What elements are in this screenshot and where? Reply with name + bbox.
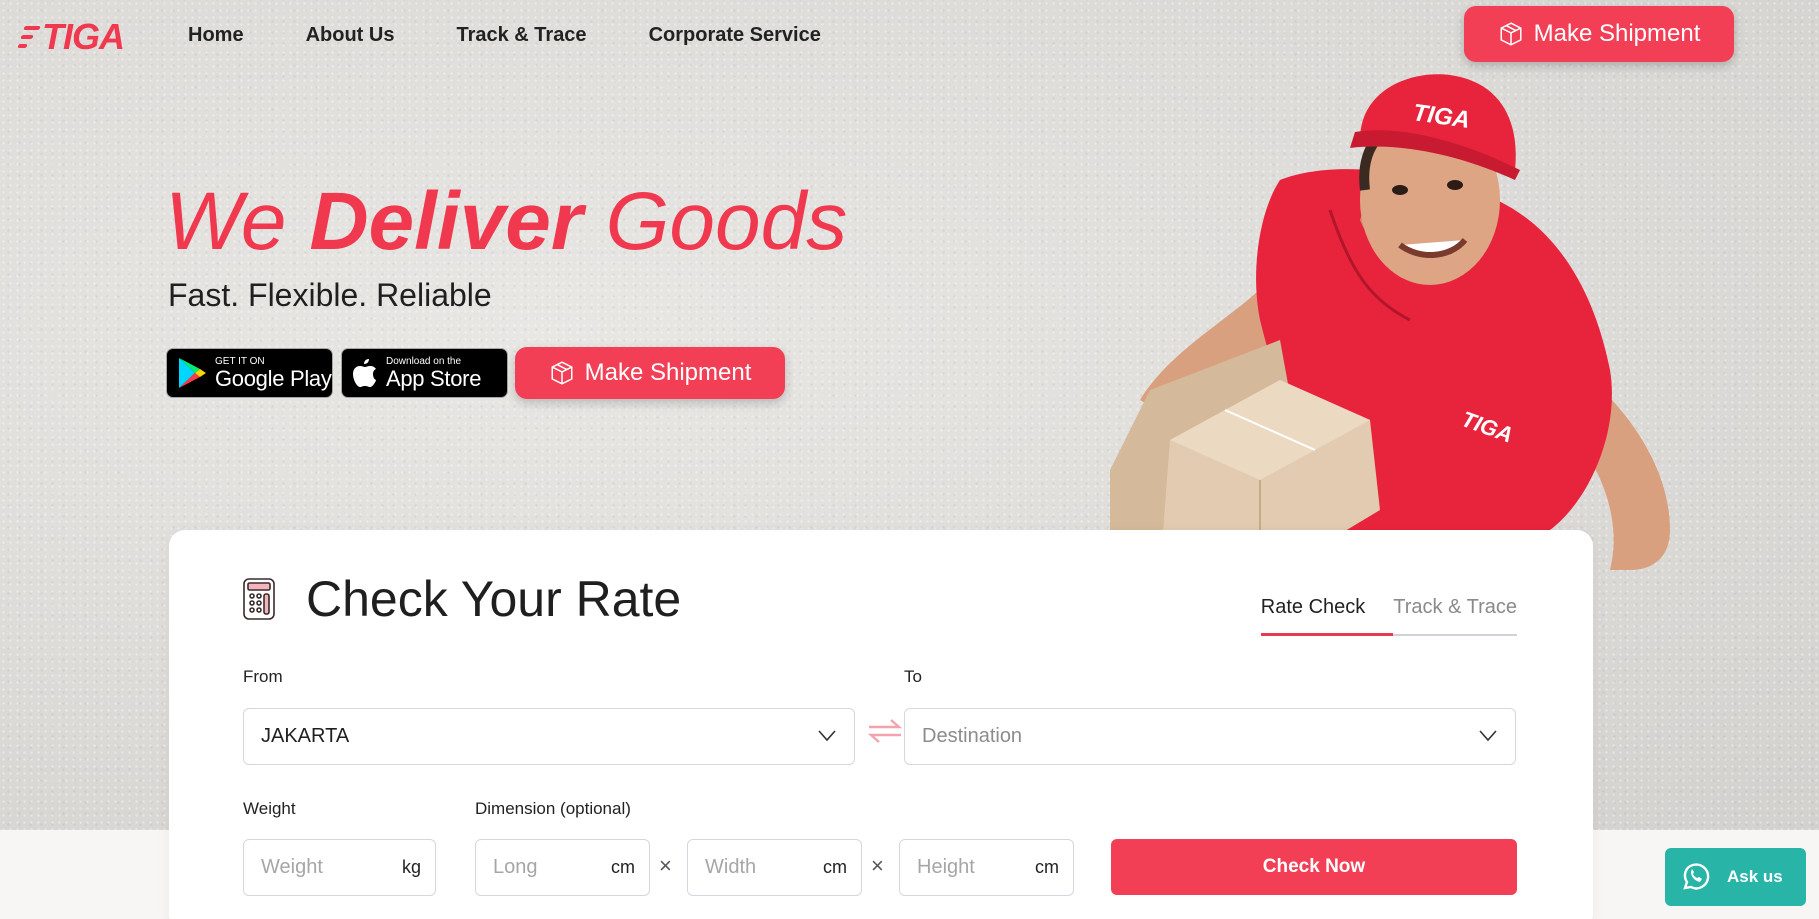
width-placeholder: Width bbox=[705, 856, 757, 878]
headline-part-we: We bbox=[165, 176, 310, 267]
dimension-label: Dimension (optional) bbox=[475, 799, 631, 818]
long-field[interactable]: Long cm bbox=[475, 839, 650, 896]
check-now-button[interactable]: Check Now bbox=[1111, 839, 1517, 895]
logo-speed-lines-icon bbox=[17, 22, 41, 52]
weight-field[interactable]: Weight kg bbox=[243, 839, 436, 896]
destination-placeholder: Destination bbox=[922, 725, 1023, 747]
width-unit: cm bbox=[823, 857, 847, 877]
long-placeholder: Long bbox=[493, 856, 538, 878]
nav-make-shipment-button[interactable]: Make Shipment bbox=[1464, 6, 1734, 62]
times-icon: × bbox=[871, 853, 884, 878]
headline-part-goods: Goods bbox=[582, 176, 848, 267]
nav-links: Home About Us Track & Trace Corporate Se… bbox=[188, 24, 821, 47]
hero-subline: Fast. Flexible. Reliable bbox=[168, 277, 492, 313]
package-box-icon bbox=[551, 361, 573, 385]
tab-rate-check[interactable]: Rate Check bbox=[1260, 596, 1394, 636]
calculator-icon bbox=[243, 578, 275, 620]
check-rate-card: Check Your Rate Rate Check Track & Trace… bbox=[169, 530, 1593, 919]
long-unit: cm bbox=[611, 857, 635, 877]
nav-corporate-service[interactable]: Corporate Service bbox=[649, 24, 821, 47]
app-store-buttons: GET IT ON Google Play Download on the Ap… bbox=[166, 347, 785, 399]
tiga-logo[interactable]: TIGA bbox=[17, 16, 125, 57]
nav-about-us[interactable]: About Us bbox=[306, 24, 395, 47]
times-icon: × bbox=[659, 853, 672, 878]
google-play-small-text: GET IT ON bbox=[215, 355, 265, 367]
tab-track-trace[interactable]: Track & Trace bbox=[1393, 596, 1517, 636]
weight-placeholder: Weight bbox=[261, 856, 323, 878]
whatsapp-ask-us-button[interactable]: Ask us bbox=[1665, 848, 1806, 906]
from-label: From bbox=[243, 667, 283, 686]
app-store-badge[interactable]: Download on the App Store bbox=[341, 348, 508, 398]
google-play-big-text: Google Play bbox=[215, 365, 332, 391]
width-field[interactable]: Width cm bbox=[687, 839, 862, 896]
google-play-badge[interactable]: GET IT ON Google Play bbox=[166, 348, 333, 398]
height-unit: cm bbox=[1035, 857, 1059, 877]
app-store-small-text: Download on the bbox=[386, 355, 462, 367]
hero-headline: We Deliver Goods bbox=[165, 175, 847, 269]
destination-select[interactable]: Destination bbox=[904, 708, 1516, 765]
check-rate-title: Check Your Rate bbox=[306, 571, 682, 627]
ask-us-label: Ask us bbox=[1727, 867, 1783, 886]
google-play-icon bbox=[179, 358, 206, 388]
from-value: JAKARTA bbox=[261, 725, 350, 747]
package-box-icon bbox=[1500, 22, 1522, 46]
to-label: To bbox=[904, 667, 922, 686]
swap-arrows-icon[interactable] bbox=[867, 718, 903, 744]
nav-home[interactable]: Home bbox=[188, 24, 244, 47]
whatsapp-icon bbox=[1683, 863, 1710, 890]
weight-unit: kg bbox=[401, 857, 421, 877]
chevron-down-icon bbox=[818, 730, 836, 742]
app-store-big-text: App Store bbox=[386, 365, 482, 391]
height-field[interactable]: Height cm bbox=[899, 839, 1074, 896]
from-select[interactable]: JAKARTA bbox=[243, 708, 855, 765]
rate-tabs: Rate Check Track & Trace bbox=[1260, 596, 1517, 636]
headline-part-deliver: Deliver bbox=[309, 176, 583, 267]
apple-icon bbox=[353, 359, 376, 387]
hero-make-shipment-button[interactable]: Make Shipment bbox=[515, 347, 785, 399]
height-placeholder: Height bbox=[917, 856, 975, 878]
weight-label: Weight bbox=[243, 799, 296, 818]
top-navigation: TIGA Home About Us Track & Trace Corpora… bbox=[0, 0, 1819, 74]
hero-make-shipment-label: Make Shipment bbox=[584, 359, 752, 386]
logo-text: TIGA bbox=[42, 16, 125, 57]
courier-illustration: TIGA TIGA bbox=[1110, 74, 1670, 570]
chevron-down-icon bbox=[1479, 730, 1497, 742]
make-shipment-label: Make Shipment bbox=[1533, 20, 1701, 47]
nav-track-trace[interactable]: Track & Trace bbox=[456, 24, 586, 47]
